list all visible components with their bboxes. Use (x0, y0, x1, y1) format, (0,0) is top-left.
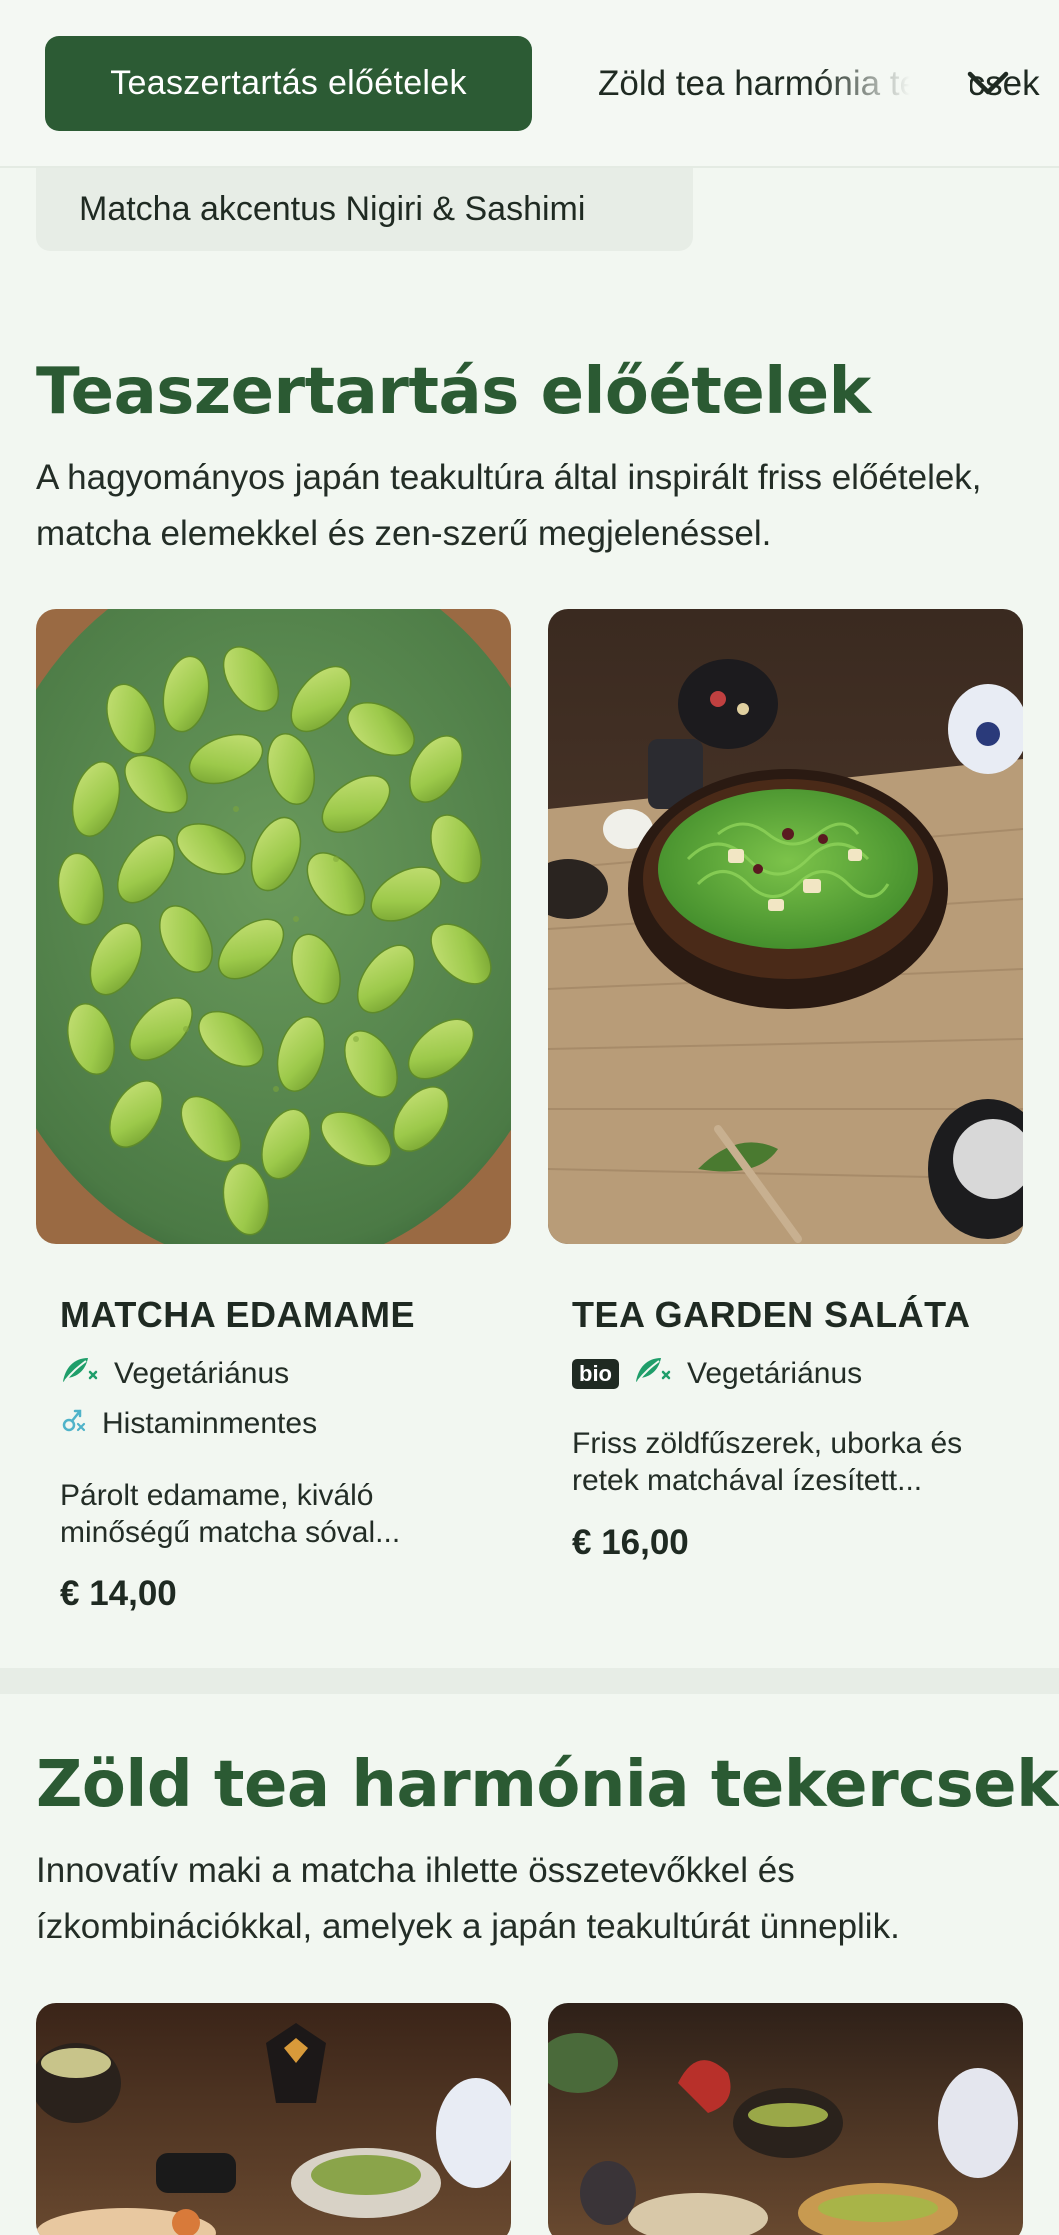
matcha-edamame-image[interactable] (36, 609, 511, 1244)
item-price: € 16,00 (572, 1523, 689, 1562)
roll-item-image[interactable] (548, 2003, 1023, 2235)
tag-label: Vegetáriánus (114, 1357, 290, 1390)
dietary-tags: bio Vegetáriánus (572, 1354, 862, 1394)
bio-badge: bio (572, 1359, 619, 1389)
tab-matcha-nigiri-sashimi[interactable]: Matcha akcentus Nigiri & Sashimi (36, 168, 693, 251)
category-nav: Teaszertartás előételek Zöld tea harmóni… (0, 0, 1059, 168)
leaf-icon (60, 1354, 100, 1394)
dietary-tags: Vegetáriánus (60, 1354, 289, 1394)
chevron-down-icon[interactable] (958, 58, 1018, 108)
roll-item-image[interactable] (36, 2003, 511, 2235)
item-name[interactable]: TEA GARDEN SALÁTA (572, 1294, 971, 1336)
tag-label: Histaminmentes (102, 1407, 318, 1440)
tab-teaszertartas-eloetelek[interactable]: Teaszertartás előételek (45, 36, 532, 131)
section-description: A hagyományos japán teakultúra által ins… (36, 458, 982, 553)
dietary-tags: Histaminmentes (60, 1405, 317, 1443)
section-title: Teaszertartás előételek (36, 355, 871, 429)
item-price: € 14,00 (60, 1574, 177, 1613)
section-divider (0, 1668, 1059, 1694)
item-description: Friss zöldfűszerek, uborka és retek matc… (572, 1427, 963, 1497)
tea-garden-salata-image[interactable] (548, 609, 1023, 1244)
item-name[interactable]: MATCHA EDAMAME (60, 1294, 415, 1336)
section-description: Innovatív maki a matcha ihlette összetev… (36, 1851, 900, 1946)
section-title: Zöld tea harmónia tekercsek (36, 1748, 1059, 1822)
item-description: Párolt edamame, kiváló minőségű matcha s… (60, 1479, 401, 1549)
nav-fade-overlay (820, 30, 970, 140)
tag-label: Vegetáriánus (687, 1357, 863, 1390)
leaf-icon (633, 1354, 673, 1394)
histamine-free-icon (60, 1405, 88, 1443)
